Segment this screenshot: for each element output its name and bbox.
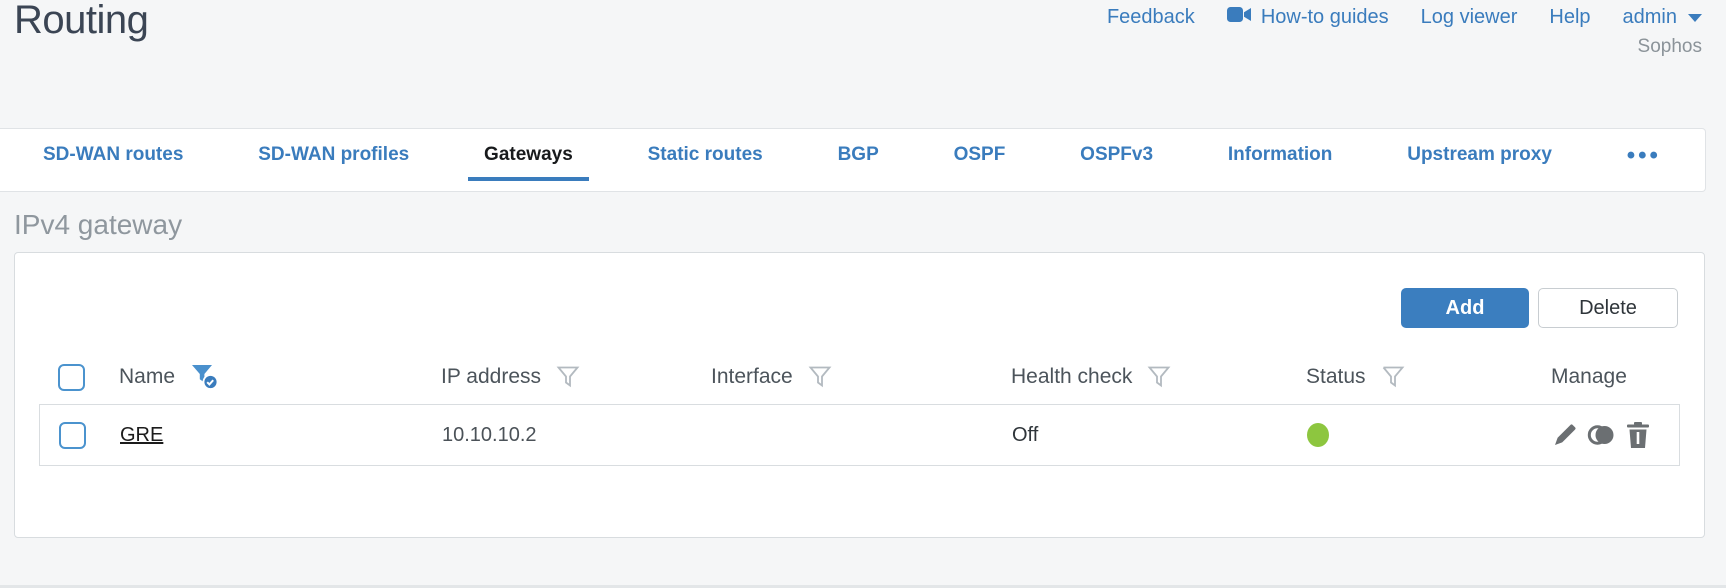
delete-button[interactable]: Delete [1538,288,1678,328]
page-header: Routing Feedback How-to guides Log viewe… [0,0,1726,128]
tab-static-routes[interactable]: Static routes [630,129,781,181]
gateway-table: Name IP address Interface Health check S… [39,350,1680,466]
filter-icon[interactable] [808,365,832,389]
tab-upstream-proxy[interactable]: Upstream proxy [1389,129,1570,181]
tab-information[interactable]: Information [1210,129,1351,181]
column-header-health-check: Health check [1011,365,1133,388]
filter-icon[interactable] [1147,365,1171,389]
status-up-indicator [1307,423,1329,447]
delete-icon[interactable] [1626,422,1650,448]
edit-icon[interactable] [1552,422,1578,448]
video-camera-icon [1226,6,1252,29]
admin-menu[interactable]: admin [1623,6,1702,29]
filter-active-icon[interactable] [190,363,220,391]
column-header-ip-address: IP address [441,365,542,388]
table-header-row: Name IP address Interface Health check S… [39,350,1680,404]
gateway-health-check: Off [1012,423,1039,446]
howto-guides-link[interactable]: How-to guides [1226,6,1389,29]
clone-icon[interactable] [1587,423,1617,447]
tab-sd-wan-profiles[interactable]: SD-WAN profiles [240,129,427,181]
table-toolbar: Add Delete [15,253,1704,328]
ipv4-gateway-panel: Add Delete Name IP address Interface Hea… [14,252,1705,538]
howto-guides-label: How-to guides [1260,6,1389,28]
gateway-ip-address: 10.10.10.2 [442,423,537,446]
feedback-link-label: Feedback [1106,6,1195,28]
column-header-interface: Interface [711,365,793,388]
log-viewer-label: Log viewer [1420,6,1518,28]
help-label: Help [1549,6,1591,28]
row-checkbox[interactable] [59,421,86,449]
tabs-overflow-button[interactable]: ••• [1609,129,1679,181]
filter-icon[interactable] [556,365,580,389]
brand-label: Sophos [1637,36,1702,57]
feedback-link[interactable]: Feedback [1107,6,1195,29]
add-button[interactable]: Add [1401,288,1529,328]
column-header-manage: Manage [1551,365,1627,388]
tab-ospfv3[interactable]: OSPFv3 [1062,129,1171,181]
top-navigation: Feedback How-to guides Log viewer Help a… [1107,6,1702,29]
tab-gateways[interactable]: Gateways [466,129,591,181]
help-link[interactable]: Help [1549,6,1590,29]
tab-sd-wan-routes[interactable]: SD-WAN routes [25,129,201,181]
tab-bgp[interactable]: BGP [820,129,897,181]
log-viewer-link[interactable]: Log viewer [1421,6,1518,29]
section-heading: IPv4 gateway [14,209,183,240]
column-header-status: Status [1306,365,1366,388]
table-row: GRE 10.10.10.2 Off [39,404,1680,466]
chevron-down-icon [1688,13,1702,22]
tab-bar: SD-WAN routes SD-WAN profiles Gateways S… [0,128,1706,192]
tab-ospf[interactable]: OSPF [936,129,1024,181]
gateway-name-link[interactable]: GRE [120,424,163,447]
select-all-checkbox[interactable] [58,363,85,391]
admin-menu-label: admin [1622,6,1677,28]
page-title: Routing [14,0,149,42]
filter-icon[interactable] [1381,365,1405,389]
column-header-name: Name [119,365,176,388]
